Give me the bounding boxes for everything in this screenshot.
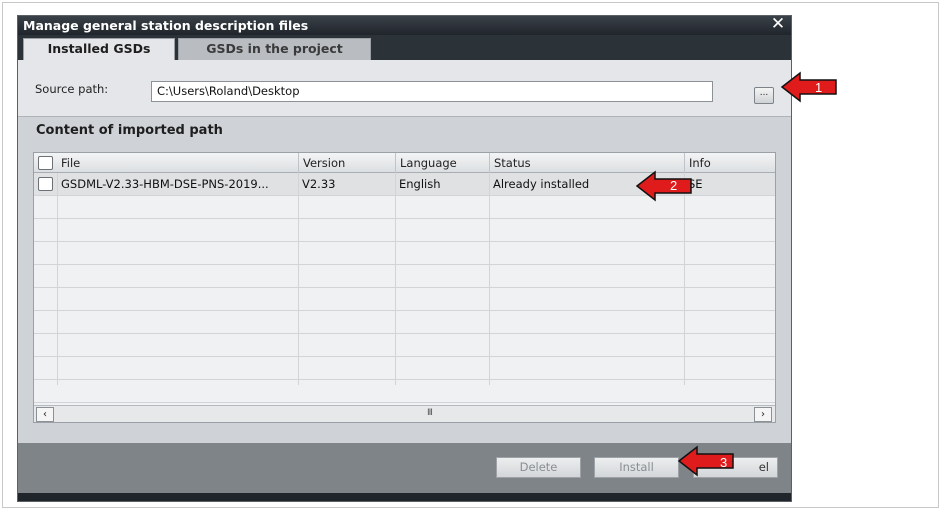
row-checkbox[interactable] <box>38 177 53 191</box>
imported-content-section: Content of imported path File Version La… <box>18 116 791 443</box>
close-icon[interactable]: ✕ <box>768 16 788 35</box>
empty-row <box>34 334 775 357</box>
empty-row <box>34 357 775 380</box>
column-divider <box>395 173 396 385</box>
annotation-arrow-2-icon <box>635 170 692 202</box>
scroll-thumb-grip[interactable]: III <box>427 408 433 418</box>
dialog-bottom-bar <box>18 493 791 501</box>
empty-row <box>34 242 775 265</box>
delete-button[interactable]: Delete <box>496 457 581 478</box>
source-path-label: Source path: <box>35 82 109 96</box>
empty-row <box>34 288 775 311</box>
column-header-info[interactable]: Info <box>684 153 775 173</box>
tab-installed-gsds[interactable]: Installed GSDs <box>23 38 175 60</box>
annotation-arrow-1-icon <box>780 71 837 103</box>
source-path-input[interactable]: C:\Users\Roland\Desktop <box>151 81 713 102</box>
annotation-number-1: 1 <box>815 80 823 95</box>
empty-row <box>34 219 775 242</box>
content-title: Content of imported path <box>36 123 223 138</box>
tab-bar: Installed GSDs GSDs in the project <box>18 35 791 60</box>
annotation-number-3: 3 <box>720 455 728 470</box>
tab-gsds-in-project[interactable]: GSDs in the project <box>178 38 371 60</box>
column-divider <box>489 173 490 385</box>
column-divider <box>298 173 299 385</box>
column-divider <box>57 173 58 385</box>
dialog-titlebar: Manage general station description files… <box>18 16 791 35</box>
column-header-language[interactable]: Language <box>395 153 489 173</box>
annotation-number-2: 2 <box>670 178 678 193</box>
dialog-title: Manage general station description files <box>23 18 309 33</box>
select-all-checkbox[interactable] <box>38 156 53 170</box>
cell-version: V2.33 <box>302 177 336 191</box>
source-path-section: Source path: C:\Users\Roland\Desktop ... <box>18 60 791 116</box>
horizontal-scrollbar[interactable]: ‹ III › <box>34 405 775 422</box>
cell-file: GSDML-V2.33-HBM-DSE-PNS-2019... <box>61 177 269 191</box>
gsd-dialog: Manage general station description files… <box>17 15 792 502</box>
install-button[interactable]: Install <box>594 457 679 478</box>
empty-row <box>34 380 775 403</box>
column-divider <box>684 173 685 385</box>
browse-button[interactable]: ... <box>754 87 774 104</box>
column-header-file[interactable]: File <box>57 153 298 173</box>
empty-row <box>34 265 775 288</box>
scroll-left-icon[interactable]: ‹ <box>36 407 54 422</box>
empty-row <box>34 311 775 334</box>
cell-language: English <box>399 177 441 191</box>
scroll-right-icon[interactable]: › <box>754 407 772 422</box>
cell-info: SE <box>688 177 703 191</box>
column-header-version[interactable]: Version <box>298 153 395 173</box>
dialog-footer: Delete Install el <box>18 443 791 493</box>
